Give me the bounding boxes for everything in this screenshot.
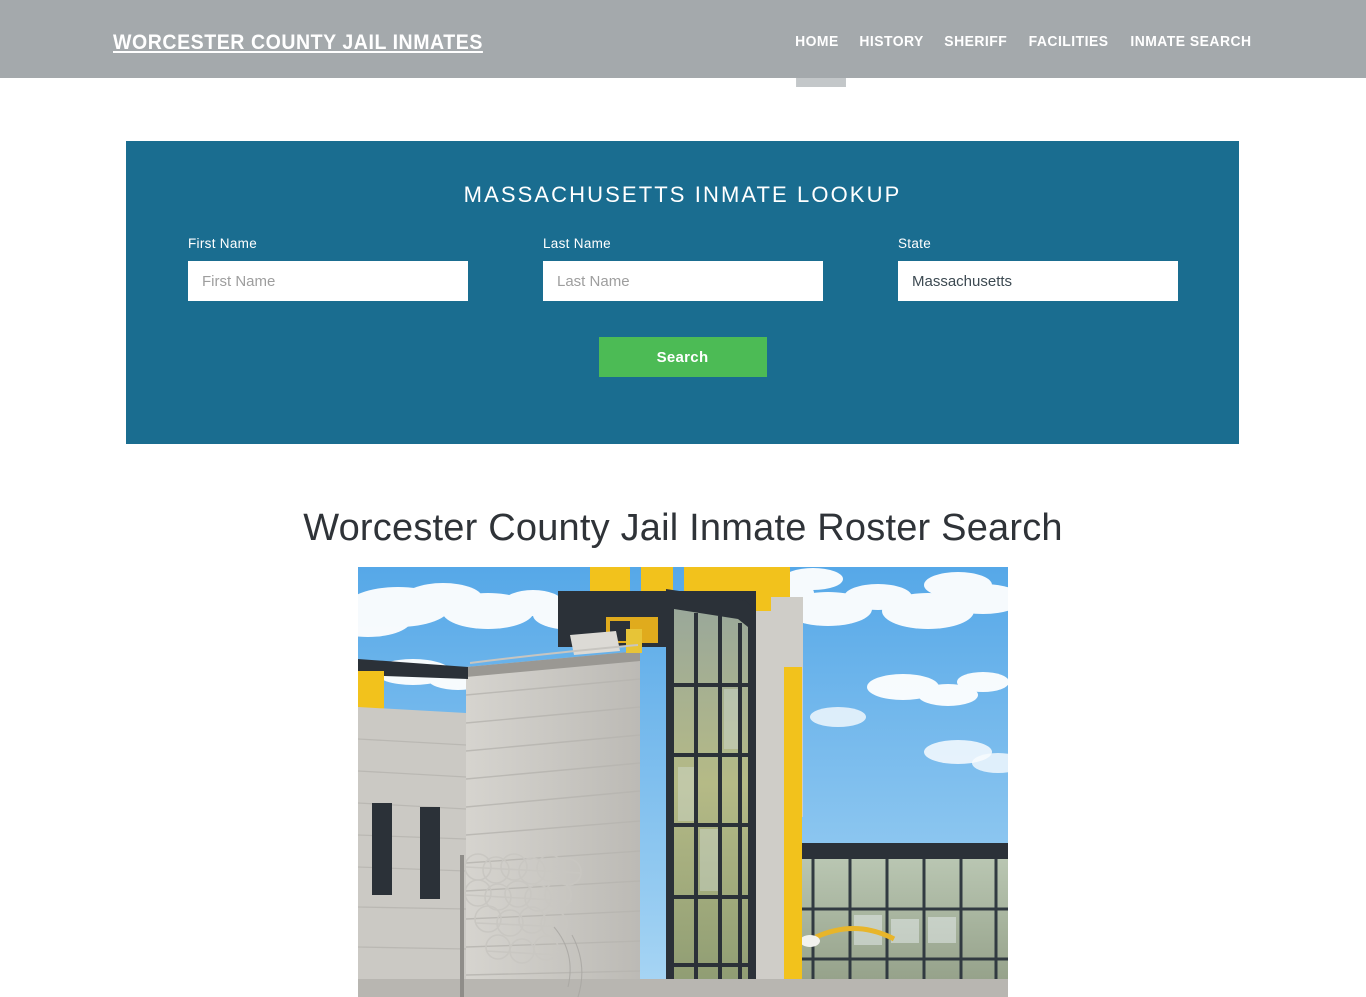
main-navigation: HOME HISTORY SHERIFF FACILITIES INMATE S…: [794, 33, 1254, 87]
first-name-input[interactable]: [188, 261, 468, 301]
last-name-input[interactable]: [543, 261, 823, 301]
nav-active-indicator: [796, 78, 847, 87]
nav-item-sheriff-label: SHERIFF: [944, 34, 1008, 50]
nav-item-history-label: HISTORY: [859, 34, 924, 50]
first-name-field-group: First Name: [188, 235, 468, 301]
search-button[interactable]: Search: [598, 337, 767, 377]
site-logo[interactable]: WORCESTER COUNTY JAIL INMATES: [113, 30, 483, 56]
last-name-label: Last Name: [543, 236, 611, 251]
nav-item-inmate-search[interactable]: INMATE SEARCH: [1121, 33, 1251, 52]
site-header: WORCESTER COUNTY JAIL INMATES HOME HISTO…: [0, 0, 1366, 87]
state-select[interactable]: Massachusetts: [898, 261, 1178, 301]
jail-building-illustration: [358, 567, 1008, 997]
state-label: State: [898, 236, 932, 251]
page-title: Worcester County Jail Inmate Roster Sear…: [303, 507, 1063, 549]
nav-item-home[interactable]: HOME: [795, 33, 847, 87]
nav-item-inmate-search-label: INMATE SEARCH: [1130, 34, 1252, 50]
lookup-panel-title: MASSACHUSETTS INMATE LOOKUP: [463, 182, 902, 207]
lookup-fields-row: First Name Last Name State Massachusetts: [126, 235, 1239, 307]
last-name-field-group: Last Name: [543, 235, 823, 301]
nav-item-history[interactable]: HISTORY: [851, 33, 933, 52]
nav-item-sheriff[interactable]: SHERIFF: [936, 33, 1016, 52]
nav-item-home-label: HOME: [795, 34, 840, 50]
jail-building-photo: [358, 567, 1008, 997]
state-field-group: State Massachusetts: [898, 235, 1178, 301]
first-name-label: First Name: [188, 236, 258, 251]
nav-item-facilities-label: FACILITIES: [1028, 34, 1109, 50]
inmate-lookup-panel: MASSACHUSETTS INMATE LOOKUP First Name L…: [126, 141, 1239, 444]
search-button-row: Search: [126, 337, 1239, 377]
nav-item-facilities[interactable]: FACILITIES: [1020, 33, 1117, 52]
